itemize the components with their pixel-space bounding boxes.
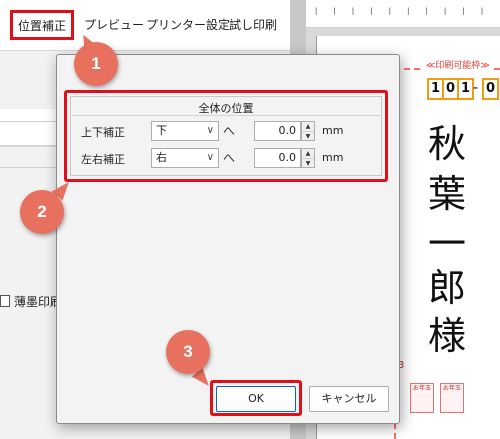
preview-ruler: | | | | | | | | | | xyxy=(306,0,500,28)
cancel-button[interactable]: キャンセル xyxy=(309,386,389,412)
addressee-char: 様 xyxy=(427,314,466,358)
new-year-stamp: お年玉 xyxy=(410,383,434,413)
zip-digit: 0 xyxy=(482,78,499,100)
addressee-char: 秋 xyxy=(427,122,466,166)
zip-digit: 1 xyxy=(457,78,474,100)
left-panel-divider xyxy=(0,145,60,146)
light-ink-label: 薄墨印刷 xyxy=(14,295,63,309)
menu-test-print[interactable]: 試し印刷 xyxy=(229,0,277,50)
callout-step-3: 3 xyxy=(166,330,210,374)
addressee-char: 郎 xyxy=(427,266,466,310)
ok-button[interactable]: OK xyxy=(216,386,296,412)
new-year-stamp: お年玉 xyxy=(440,383,464,413)
left-panel-field xyxy=(0,109,60,147)
callout-step-2: 2 xyxy=(20,190,64,234)
zip-separator: - xyxy=(473,80,479,96)
menu-printer-settings[interactable]: プリンター設定 xyxy=(146,0,230,50)
left-panel-divider xyxy=(0,167,60,168)
light-ink-checkbox[interactable] xyxy=(0,295,10,307)
callout-step-1: 1 xyxy=(74,42,118,86)
ruler-ticks: | | | | | | | | | | xyxy=(314,7,490,15)
stamp-text: お年玉 xyxy=(412,385,431,392)
left-panel-divider xyxy=(0,121,60,122)
menu-bar: 位置補正 プレビュー プリンター設定 試し印刷 xyxy=(0,0,290,50)
menu-position-correction[interactable]: 位置補正 xyxy=(10,10,75,40)
printable-area-label: ≪印刷可能枠≫ xyxy=(424,58,492,71)
group-highlight-frame xyxy=(64,90,388,182)
addressee-char: 葉 xyxy=(427,172,466,216)
stamp-text: お年玉 xyxy=(442,385,461,392)
addressee-char: 一 xyxy=(427,222,466,266)
